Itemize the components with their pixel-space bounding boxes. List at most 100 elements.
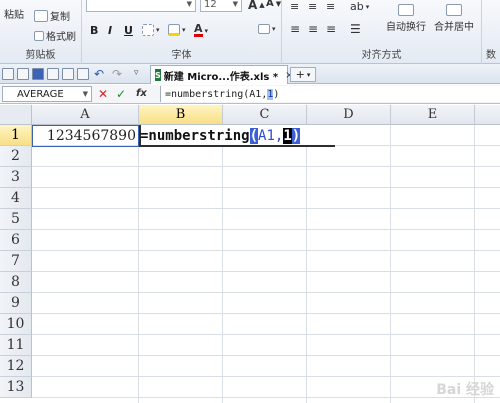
merge-icon [446,4,462,16]
print-icon[interactable] [47,68,59,80]
font-name-dropdown[interactable]: ▼ [86,0,196,12]
column-header-e[interactable]: E [391,105,475,125]
open-paren-highlight: ( [249,128,259,144]
align-middle-button[interactable]: ≡ [308,0,317,13]
spreadsheet-grid[interactable]: A B C D E 1 2 3 4 5 6 7 8 9 10 11 12 13 … [0,105,500,403]
redo-icon[interactable]: ↷ [112,67,122,81]
underline-button[interactable]: U [124,24,133,37]
new-doc-icon[interactable] [2,68,14,80]
insert-function-icon[interactable]: fx [136,88,147,99]
undo-icon[interactable]: ↶ [94,67,104,81]
row-header-2[interactable]: 2 [0,146,32,167]
row-header-10[interactable]: 10 [0,314,32,335]
number-group: 数 [482,0,500,64]
column-header-f-partial[interactable] [475,105,500,125]
ribbon: 粘贴 复制 格式刷 剪贴板 ▼ 12 ▼ A ▲ A ▼ B I U ▾ ▾ A… [0,0,500,64]
row-header-7[interactable]: 7 [0,251,32,272]
chevron-down-icon[interactable]: ▼ [83,90,88,98]
cancel-icon[interactable]: ✕ [98,87,108,101]
row-header-11[interactable]: 11 [0,335,32,356]
bold-button[interactable]: B [90,24,98,37]
format-painter-button[interactable]: 格式刷 [34,28,76,43]
select-all-corner[interactable] [0,105,32,125]
font-color-button[interactable]: A ▾ [194,22,208,37]
save-icon[interactable] [32,68,44,80]
gridline [32,229,500,230]
plus-icon: + [295,68,305,81]
align-center-button[interactable]: ≡ [308,22,318,36]
grow-font-button[interactable]: A ▲ [248,0,265,12]
customize-toolbar-icon[interactable]: ▿ [134,68,139,78]
align-left-button[interactable]: ≡ [290,22,300,36]
border-icon [142,24,154,36]
clipboard-group-label: 剪贴板 [25,50,56,61]
align-right-button[interactable]: ≡ [326,22,336,36]
gridline [32,376,500,377]
spell-check-icon[interactable] [77,68,89,80]
gridline [32,313,500,314]
row-header-8[interactable]: 8 [0,272,32,293]
spreadsheet-icon: S [155,69,161,81]
wrap-text-button[interactable]: 自动换行 [386,4,426,33]
column-header-a[interactable]: A [32,105,139,125]
number-group-label: 数 [486,50,496,61]
name-box[interactable]: AVERAGE ▼ [2,86,92,102]
gridline [32,250,500,251]
distribute-button[interactable]: ☰ [350,22,361,36]
gridline [32,334,500,335]
gridline [32,208,500,209]
font-group: ▼ 12 ▼ A ▲ A ▼ B I U ▾ ▾ A ▾ ▾ 字体 [82,0,282,64]
new-tab-button[interactable]: + ▾ [290,67,316,82]
eraser-icon [258,24,270,34]
cell-b1-formula[interactable]: =numberstring(A1, 1) [140,126,301,146]
gridline [32,397,500,398]
formula-argument: A1, [258,128,284,144]
shrink-font-button[interactable]: A ▼ [266,0,281,9]
formula-bar: AVERAGE ▼ ✕ ✓ fx =numberstring(A1, 1) [0,85,500,104]
chevron-down-icon: ▾ [306,70,311,79]
row-header-3[interactable]: 3 [0,167,32,188]
confirm-icon[interactable]: ✓ [116,87,126,101]
align-bottom-button[interactable]: ≡ [326,0,335,13]
fill-color-button[interactable]: ▾ [168,24,186,36]
gridline [32,166,500,167]
column-header-c[interactable]: C [223,105,307,125]
format-painter-icon [34,30,44,41]
row-header-1[interactable]: 1 [0,125,32,146]
close-paren-highlight: ) [291,128,301,144]
copy-button[interactable]: 复制 [34,8,70,23]
wrap-text-icon [398,4,414,16]
tab-bar: ↶ ↷ ▿ S 新建 Micro...作表.xls * × + ▾ [0,64,500,84]
font-color-icon: A [194,22,203,37]
border-button[interactable]: ▾ [142,24,160,36]
clear-format-button[interactable]: ▾ [258,24,276,34]
clipboard-group: 粘贴 复制 格式刷 剪贴板 [0,0,82,64]
row-header-13[interactable]: 13 [0,377,32,398]
tab-document[interactable]: S 新建 Micro...作表.xls * × [150,65,293,84]
watermark: Bai 经验 [436,382,494,398]
row-header-4[interactable]: 4 [0,188,32,209]
alignment-group-label: 对齐方式 [361,50,402,61]
row-header-12[interactable]: 12 [0,356,32,377]
gridline [32,271,500,272]
print-preview-icon[interactable] [62,68,74,80]
row-header-9[interactable]: 9 [0,293,32,314]
italic-button[interactable]: I [108,24,112,37]
font-group-label: 字体 [171,50,192,61]
align-top-button[interactable]: ≡ [290,0,299,13]
fill-color-icon [168,24,180,36]
orientation-button[interactable]: ab ▾ [350,0,369,13]
formula-input[interactable]: =numberstring(A1, 1) [160,86,500,102]
gridline [32,187,500,188]
chevron-down-icon: ▼ [186,0,192,8]
cell-reference-highlight [32,125,139,147]
open-folder-icon[interactable] [17,68,29,80]
column-header-b[interactable]: B [139,105,223,125]
gridline [32,355,500,356]
font-size-dropdown[interactable]: 12 ▼ [200,0,242,12]
row-header-5[interactable]: 5 [0,209,32,230]
column-header-d[interactable]: D [307,105,391,125]
merge-center-button[interactable]: 合并居中 [434,4,474,33]
row-header-6[interactable]: 6 [0,230,32,251]
paste-button[interactable]: 粘贴 [4,6,24,21]
